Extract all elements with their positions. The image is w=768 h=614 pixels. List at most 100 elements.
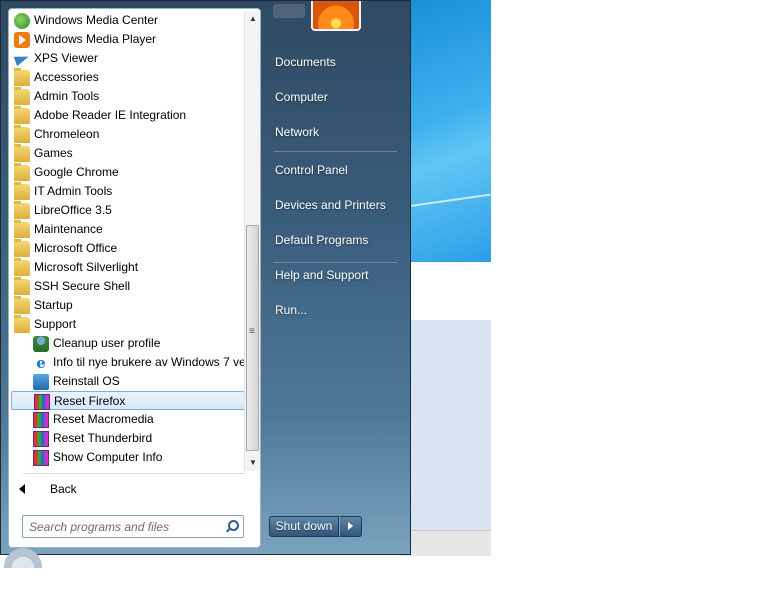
windows-media-center-icon: [14, 13, 30, 29]
program-label: Games: [34, 146, 73, 160]
program-label: Support: [34, 317, 77, 331]
menu-item-devices-and-printers[interactable]: Devices and Printers: [267, 193, 405, 217]
folder-icon: [14, 258, 30, 276]
program-label: Admin Tools: [34, 89, 100, 103]
program-label: Accessories: [34, 70, 99, 84]
program-label: Reset Firefox: [54, 394, 126, 408]
folder-item[interactable]: SSH Secure Shell: [11, 277, 245, 296]
program-label: Adobe Reader IE Integration: [34, 108, 187, 122]
user-name: [273, 4, 305, 18]
script-icon: [33, 450, 49, 466]
menu-item-network[interactable]: Network: [267, 120, 405, 144]
folder-item[interactable]: Microsoft Silverlight: [11, 258, 245, 277]
chevron-right-icon: [348, 522, 353, 530]
folder-icon: [14, 87, 30, 105]
folder-icon: [14, 277, 30, 295]
folder-icon: [14, 182, 30, 200]
search-box[interactable]: [22, 515, 244, 538]
menu-item-computer[interactable]: Computer: [267, 85, 405, 109]
background-status-bar: [400, 530, 491, 556]
shutdown-options-button[interactable]: [339, 516, 362, 537]
program-label: Cleanup user profile: [53, 336, 161, 350]
program-label: IT Admin Tools: [34, 184, 113, 198]
folder-icon: [14, 201, 30, 219]
program-item[interactable]: Show Computer Info: [11, 448, 245, 467]
menu-separator: [273, 151, 397, 152]
program-item[interactable]: Reset Firefox: [11, 391, 245, 410]
program-item[interactable]: Windows Media Player: [11, 30, 245, 49]
menu-item-documents[interactable]: Documents: [267, 50, 405, 74]
folder-icon: [14, 144, 30, 162]
program-item[interactable]: Windows Media Center: [11, 11, 245, 30]
folder-item[interactable]: Accessories: [11, 68, 245, 87]
folder-item[interactable]: Chromeleon: [11, 125, 245, 144]
program-label: Windows Media Center: [34, 13, 159, 27]
scroll-up-arrow-icon[interactable]: ▲: [245, 11, 260, 27]
folder-item[interactable]: Games: [11, 144, 245, 163]
program-item[interactable]: XPS Viewer: [11, 49, 245, 68]
folder-item[interactable]: Startup: [11, 296, 245, 315]
folder-icon: [14, 125, 30, 143]
program-label: Info til nye brukere av Windows 7 ve: [53, 355, 246, 369]
user-picture[interactable]: [311, 1, 361, 31]
user-profile-icon: [33, 336, 49, 352]
folder-item[interactable]: Google Chrome: [11, 163, 245, 182]
reinstall-os-icon: [33, 374, 49, 390]
program-list: Windows Media Center Windows Media Player…: [9, 11, 246, 471]
menu-item-control-panel[interactable]: Control Panel: [267, 158, 405, 182]
folder-item[interactable]: Support: [11, 315, 245, 334]
script-icon: [33, 412, 49, 428]
program-label: XPS Viewer: [34, 51, 98, 65]
search-icon[interactable]: [225, 520, 239, 533]
folder-item[interactable]: LibreOffice 3.5: [11, 201, 245, 220]
folder-icon: [14, 315, 30, 333]
program-label: Windows Media Player: [34, 32, 157, 46]
menu-item-help-and-support[interactable]: Help and Support: [267, 263, 405, 287]
folder-icon: [14, 239, 30, 257]
program-item[interactable]: Cleanup user profile: [11, 334, 245, 353]
program-list-scrollbar[interactable]: ▲ ▼: [244, 11, 260, 471]
back-arrow-icon: [19, 484, 25, 494]
folder-item[interactable]: IT Admin Tools: [11, 182, 245, 201]
search-input[interactable]: [29, 518, 209, 535]
program-label: Reset Thunderbird: [53, 431, 153, 445]
background-window-panel: [400, 320, 491, 530]
folder-item[interactable]: Adobe Reader IE Integration: [11, 106, 245, 125]
menu-item-default-programs[interactable]: Default Programs: [267, 228, 405, 252]
folder-icon: [14, 68, 30, 86]
program-label: Microsoft Silverlight: [34, 260, 139, 274]
program-label: Startup: [34, 298, 73, 312]
shutdown-button[interactable]: Shut down: [269, 516, 339, 537]
back-label: Back: [50, 482, 77, 496]
back-button[interactable]: Back: [11, 480, 245, 498]
program-item[interactable]: e Info til nye brukere av Windows 7 ve: [11, 353, 246, 372]
folder-item[interactable]: Admin Tools: [11, 87, 245, 106]
program-label: Show Computer Info: [53, 450, 163, 464]
program-item[interactable]: Reset Thunderbird: [11, 429, 245, 448]
menu-item-run[interactable]: Run...: [267, 298, 405, 322]
background-desktop-image: [400, 0, 491, 262]
script-icon: [33, 431, 49, 447]
program-label: Reinstall OS: [53, 374, 120, 388]
scroll-down-arrow-icon[interactable]: ▼: [245, 455, 260, 471]
start-menu: Windows Media Center Windows Media Player…: [0, 0, 411, 555]
program-label: Google Chrome: [34, 165, 119, 179]
program-label: LibreOffice 3.5: [34, 203, 112, 217]
programs-pane: Windows Media Center Windows Media Player…: [8, 8, 261, 548]
program-item[interactable]: Reset Macromedia: [11, 410, 245, 429]
folder-item[interactable]: Maintenance: [11, 220, 245, 239]
background-window-strip: [400, 262, 491, 320]
program-label: Maintenance: [34, 222, 103, 236]
windows-media-player-icon: [14, 32, 30, 48]
program-label: Chromeleon: [34, 127, 100, 141]
folder-icon: [14, 163, 30, 181]
internet-explorer-icon: e: [36, 354, 46, 372]
program-label: Microsoft Office: [34, 241, 118, 255]
folder-icon: [14, 106, 30, 124]
program-item[interactable]: Reinstall OS: [11, 372, 245, 391]
scroll-thumb[interactable]: [246, 225, 259, 451]
folder-item[interactable]: Microsoft Office: [11, 239, 245, 258]
divider: [23, 473, 245, 474]
program-label: Reset Macromedia: [53, 412, 154, 426]
script-icon: [34, 394, 50, 410]
